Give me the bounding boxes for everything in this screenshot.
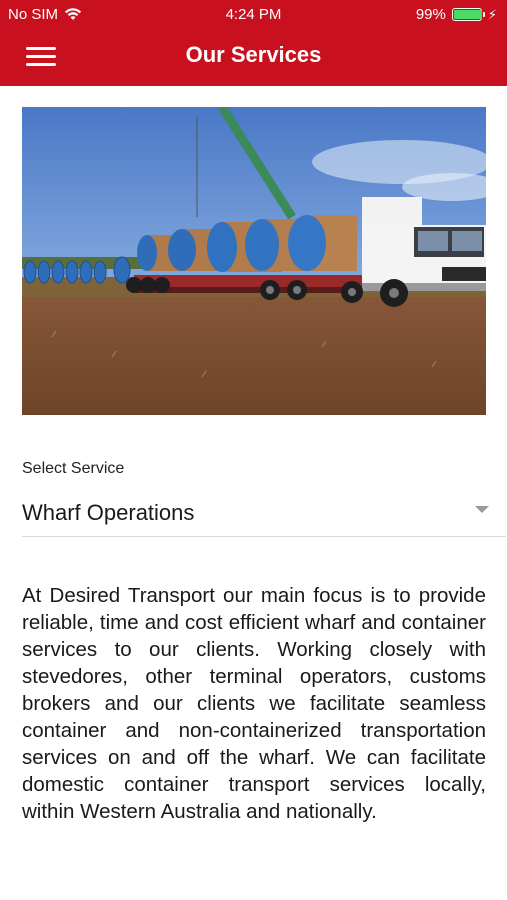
battery-indicator: 99% ⚡	[416, 6, 497, 23]
status-bar: No SIM 4:24 PM 99% ⚡	[0, 0, 507, 30]
dropdown-arrow-icon	[475, 506, 489, 513]
page-title: Our Services	[185, 42, 322, 67]
battery-icon	[451, 8, 485, 21]
service-select-dropdown[interactable]: Wharf Operations	[22, 490, 506, 537]
app-header: No SIM 4:24 PM 99% ⚡ Our Services	[0, 0, 507, 86]
battery-percent: 99%	[415, 6, 446, 23]
selected-service-value: Wharf Operations	[22, 500, 195, 525]
service-description: At Desired Transport our main focus is t…	[22, 584, 486, 823]
select-service-label: Select Service	[22, 460, 125, 477]
battery-level-fill	[453, 10, 482, 19]
charging-bolt-icon: ⚡	[487, 6, 497, 22]
service-photo	[22, 107, 486, 415]
truck-with-cable-drums-image	[22, 107, 486, 415]
